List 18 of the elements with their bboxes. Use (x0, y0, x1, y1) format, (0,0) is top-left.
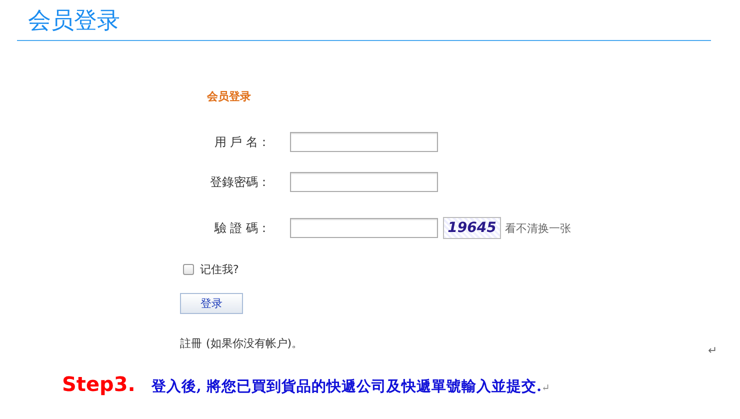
checkbox-label: 记住我? (200, 262, 239, 276)
captcha-image: 19645 (443, 217, 501, 239)
instruction-text: 登入後, 將您已買到貨品的快遞公司及快遞單號輸入並提交.↵ (151, 377, 550, 396)
field-label: 驗 證 碼： (213, 220, 270, 236)
page-title: 会员登录 (28, 8, 120, 34)
remember-checkbox[interactable] (183, 264, 194, 274)
input-field[interactable] (290, 172, 438, 192)
register-link[interactable]: 註冊 (180, 336, 202, 351)
login-button[interactable]: 登录 (180, 293, 243, 314)
field-label: 用 戶 名： (213, 134, 270, 150)
field-label: 登錄密碼： (209, 174, 270, 190)
register-note: (如果你没有帐户)。 (206, 336, 303, 351)
form-heading: 会员登录 (207, 89, 252, 104)
refresh-captcha-link[interactable]: 看不清换一张 (505, 220, 571, 236)
step-label: Step3. (62, 372, 136, 396)
input-field[interactable] (290, 218, 438, 238)
input-field[interactable] (290, 132, 438, 152)
paragraph-mark: ↵ (708, 344, 718, 357)
